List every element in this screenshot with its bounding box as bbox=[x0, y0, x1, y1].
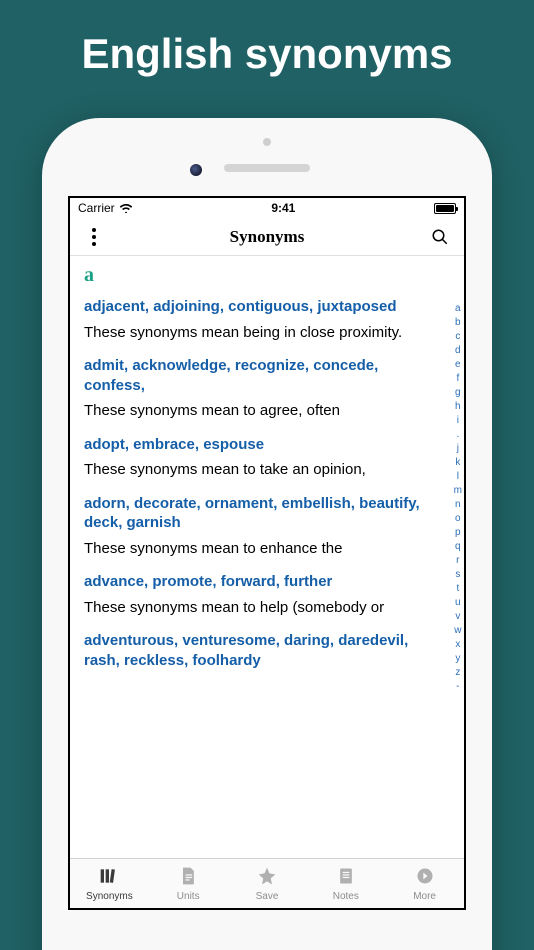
synonym-entry[interactable]: advance, promote, forward, further These … bbox=[84, 572, 450, 617]
phone-screen: Carrier 9:41 Synonyms bbox=[68, 196, 466, 910]
synonym-entry[interactable]: adjacent, adjoining, contiguous, juxtapo… bbox=[84, 297, 450, 342]
entry-headwords: adopt, embrace, espouse bbox=[84, 435, 432, 455]
carrier-label: Carrier bbox=[78, 201, 115, 215]
entry-headwords: advance, promote, forward, further bbox=[84, 572, 432, 592]
status-bar: Carrier 9:41 bbox=[70, 198, 464, 218]
tab-bar: Synonyms Units Save Notes More bbox=[70, 858, 464, 908]
synonym-entry[interactable]: admit, acknowledge, recognize, concede, … bbox=[84, 356, 450, 421]
index-letter[interactable]: k bbox=[455, 456, 460, 470]
entry-headwords: adorn, decorate, ornament, embellish, be… bbox=[84, 494, 432, 533]
index-letter[interactable]: t bbox=[456, 582, 459, 596]
index-letter[interactable]: . bbox=[456, 428, 459, 442]
index-letter[interactable]: o bbox=[455, 512, 461, 526]
index-letter[interactable]: i bbox=[457, 414, 459, 428]
entry-headwords: admit, acknowledge, recognize, concede, … bbox=[84, 356, 432, 395]
entry-headwords: adventurous, venturesome, daring, darede… bbox=[84, 631, 432, 670]
index-letter[interactable]: e bbox=[455, 358, 461, 372]
index-letter[interactable]: m bbox=[454, 484, 462, 498]
index-letter[interactable]: x bbox=[455, 638, 460, 652]
page-icon bbox=[177, 866, 199, 889]
tab-label: Units bbox=[177, 891, 200, 902]
index-letter[interactable]: z bbox=[455, 666, 460, 680]
battery-icon bbox=[434, 203, 456, 214]
tab-synonyms[interactable]: Synonyms bbox=[70, 859, 149, 908]
index-letter[interactable]: d bbox=[455, 344, 461, 358]
index-letter[interactable]: c bbox=[455, 330, 460, 344]
tab-label: Notes bbox=[333, 891, 359, 902]
synonym-entry[interactable]: adventurous, venturesome, daring, darede… bbox=[84, 631, 450, 670]
tab-units[interactable]: Units bbox=[149, 859, 228, 908]
index-letter[interactable]: v bbox=[455, 610, 460, 624]
phone-frame: Carrier 9:41 Synonyms bbox=[42, 118, 492, 950]
app-header: Synonyms bbox=[70, 218, 464, 256]
index-letter[interactable]: h bbox=[455, 400, 461, 414]
entry-definition: These synonyms mean to agree, often bbox=[84, 401, 432, 421]
tab-label: More bbox=[413, 891, 436, 902]
search-icon bbox=[431, 228, 449, 246]
tab-notes[interactable]: Notes bbox=[306, 859, 385, 908]
more-icon bbox=[414, 866, 436, 889]
books-icon bbox=[98, 866, 120, 889]
index-letter[interactable]: q bbox=[455, 540, 461, 554]
search-button[interactable] bbox=[428, 225, 452, 249]
menu-button[interactable] bbox=[82, 225, 106, 249]
index-letter[interactable]: w bbox=[454, 624, 461, 638]
camera-icon bbox=[190, 164, 202, 176]
tab-label: Synonyms bbox=[86, 891, 133, 902]
star-icon bbox=[256, 866, 278, 889]
more-vertical-icon bbox=[92, 228, 96, 246]
index-letter[interactable]: b bbox=[455, 316, 461, 330]
index-letter[interactable]: s bbox=[455, 568, 460, 582]
index-letter[interactable]: f bbox=[456, 372, 459, 386]
content-area[interactable]: a adjacent, adjoining, contiguous, juxta… bbox=[70, 256, 464, 858]
section-letter: a bbox=[84, 264, 450, 287]
entry-definition: These synonyms mean to take an opinion, bbox=[84, 460, 432, 480]
index-letter[interactable]: j bbox=[457, 442, 459, 456]
index-letter[interactable]: a bbox=[455, 302, 461, 316]
entry-definition: These synonyms mean being in close proxi… bbox=[84, 323, 432, 343]
synonym-entry[interactable]: adopt, embrace, espouse These synonyms me… bbox=[84, 435, 450, 480]
page-title: Synonyms bbox=[230, 227, 305, 247]
index-letter[interactable]: - bbox=[456, 680, 459, 694]
entry-definition: These synonyms mean to enhance the bbox=[84, 539, 432, 559]
synonym-entry[interactable]: adorn, decorate, ornament, embellish, be… bbox=[84, 494, 450, 559]
index-letter[interactable]: l bbox=[457, 470, 459, 484]
index-letter[interactable]: u bbox=[455, 596, 461, 610]
entry-headwords: adjacent, adjoining, contiguous, juxtapo… bbox=[84, 297, 432, 317]
index-letter[interactable]: p bbox=[455, 526, 461, 540]
hero-title: English synonyms bbox=[0, 0, 534, 78]
index-letter[interactable]: n bbox=[455, 498, 461, 512]
wifi-icon bbox=[119, 203, 133, 213]
tab-save[interactable]: Save bbox=[228, 859, 307, 908]
note-icon bbox=[335, 866, 357, 889]
clock-label: 9:41 bbox=[271, 201, 295, 215]
index-letter[interactable]: y bbox=[455, 652, 460, 666]
tab-label: Save bbox=[256, 891, 279, 902]
tab-more[interactable]: More bbox=[385, 859, 464, 908]
index-letter[interactable]: g bbox=[455, 386, 461, 400]
alpha-index[interactable]: abcdefghi.jklmnopqrstuvwxyz- bbox=[454, 302, 462, 694]
entry-definition: These synonyms mean to help (somebody or bbox=[84, 598, 432, 618]
index-letter[interactable]: r bbox=[456, 554, 459, 568]
